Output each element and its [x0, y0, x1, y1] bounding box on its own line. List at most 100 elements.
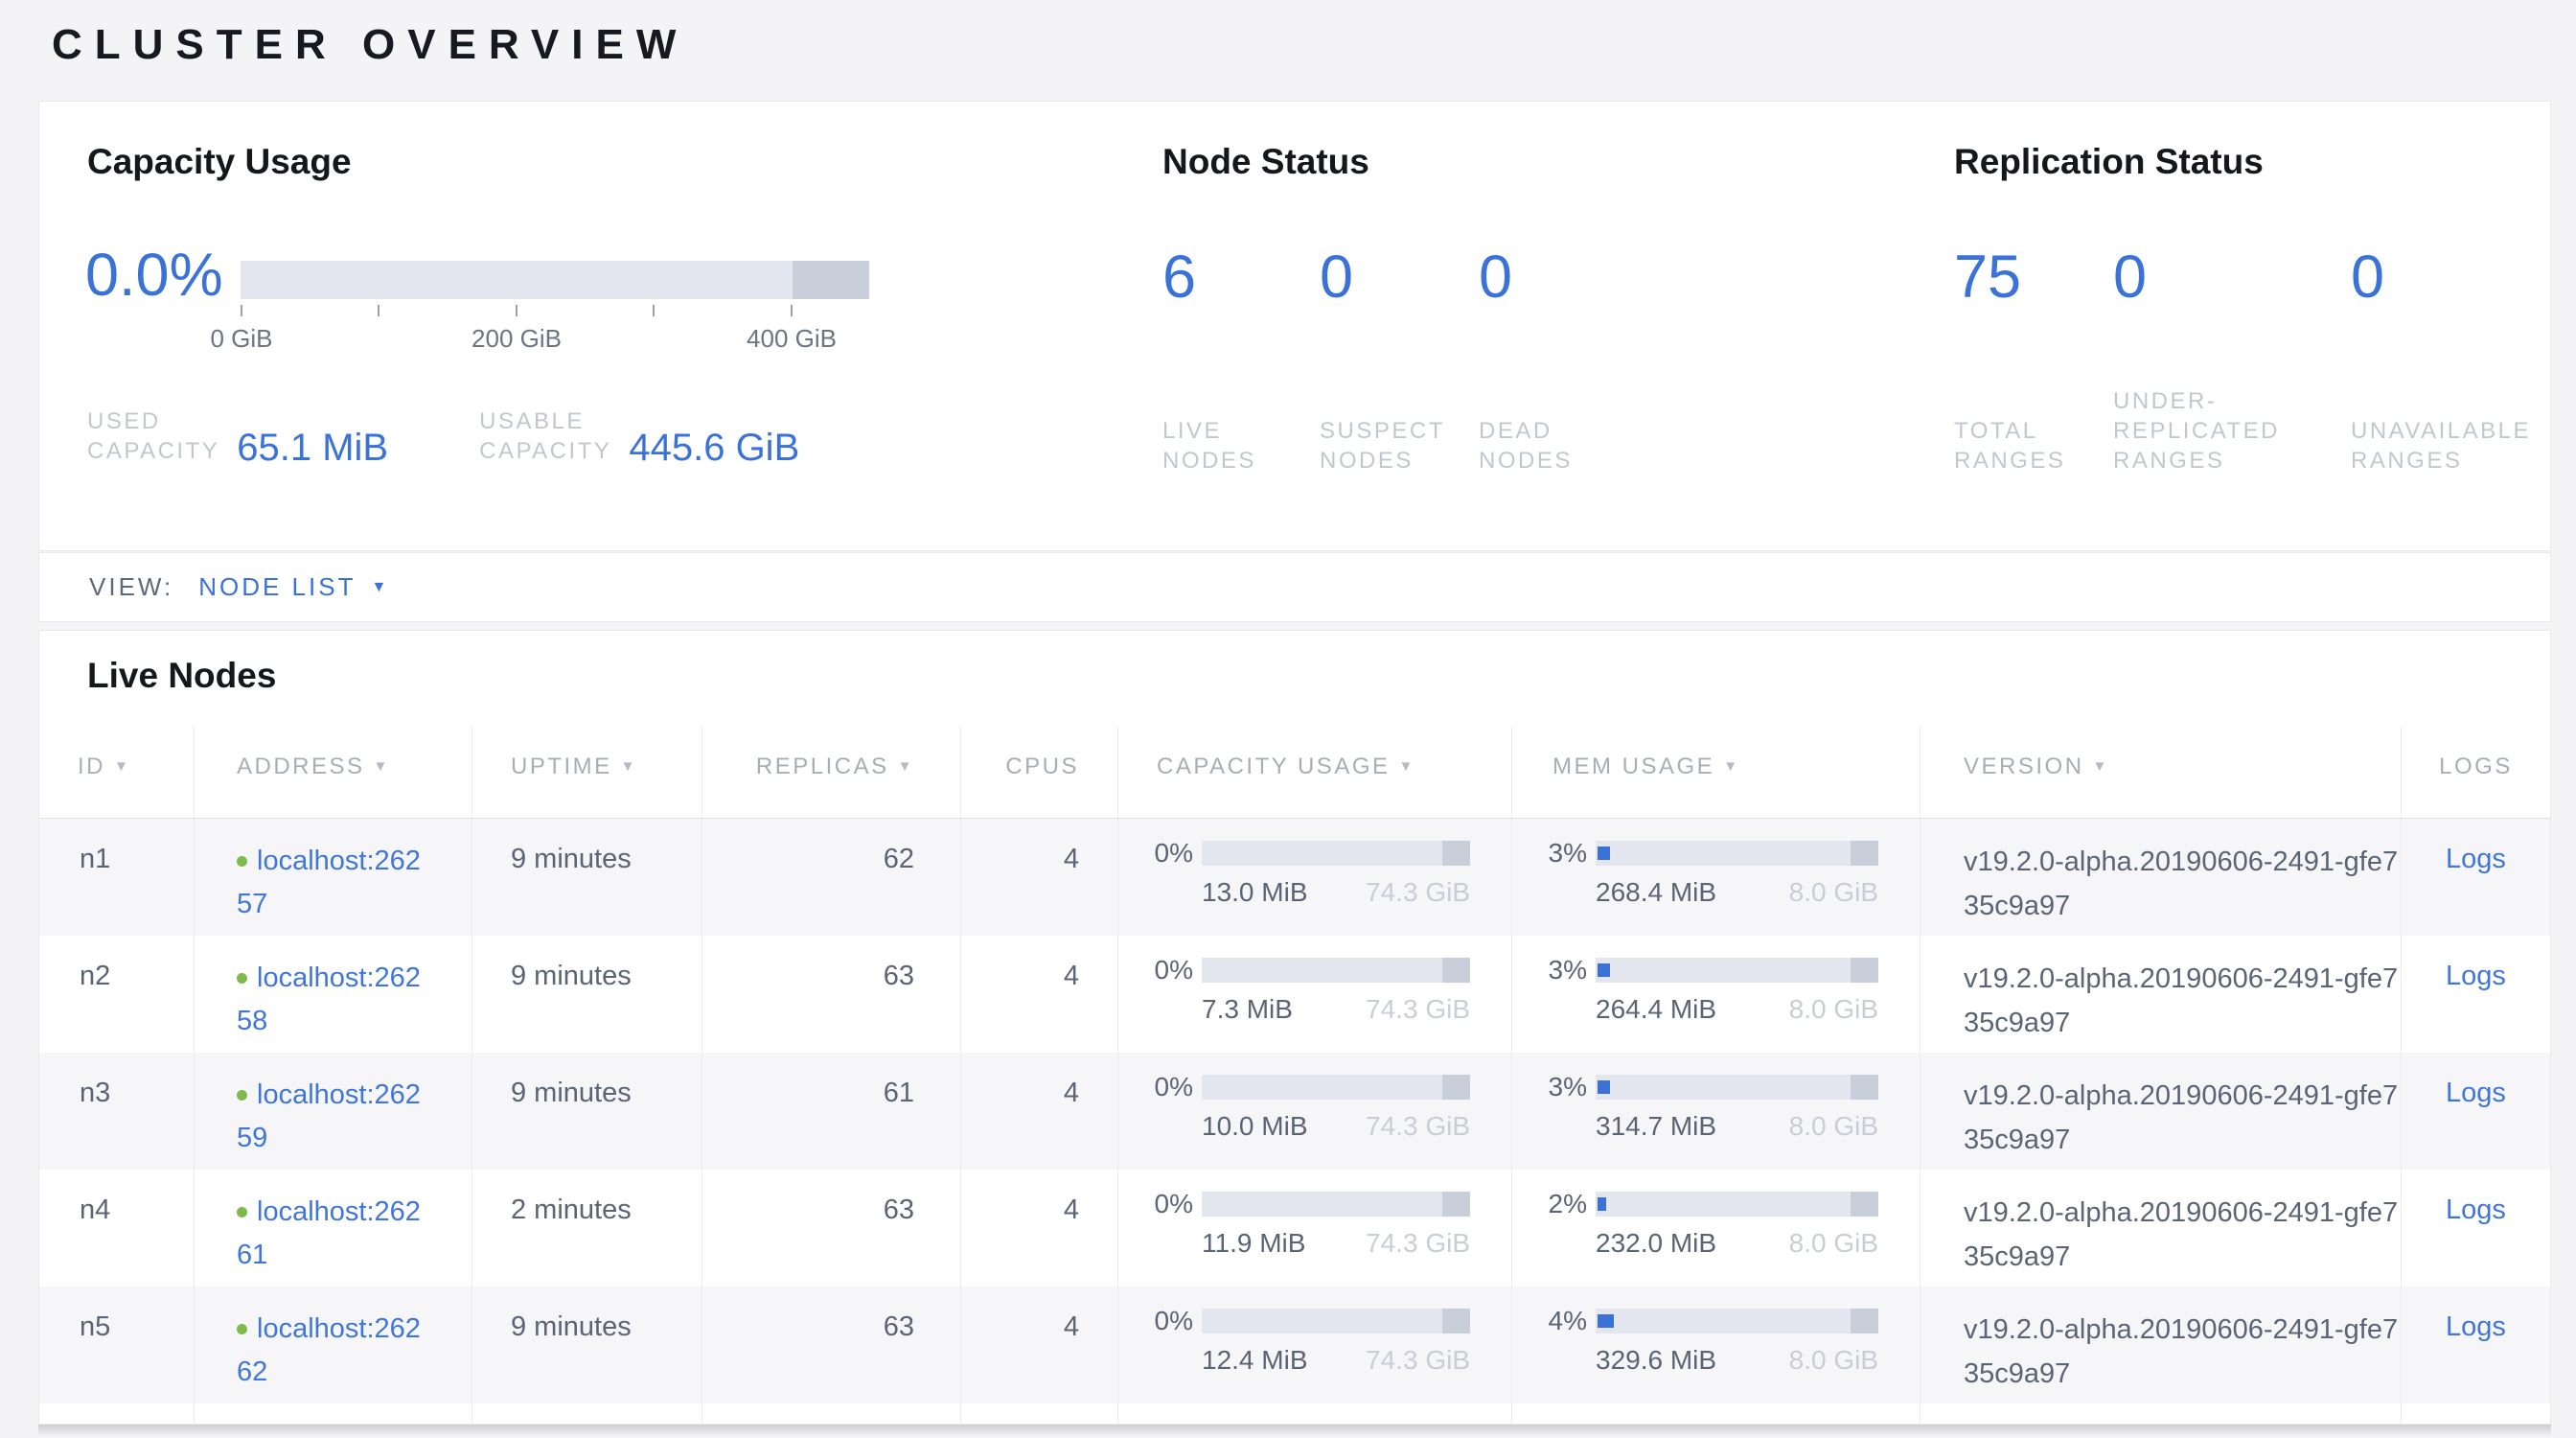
version-cell: v19.2.0-alpha.20190606-2491-gfe735c9a97: [1920, 936, 2401, 1053]
usable-capacity-label: USABLE CAPACITY: [479, 406, 611, 466]
column-header-mem-usage[interactable]: MEM USAGE▼: [1511, 727, 1920, 818]
capacity-usage-bar: [1202, 958, 1470, 983]
capacity-usage-bar: [1202, 1075, 1470, 1100]
suspect-nodes-stat: 0 SUSPECT NODES: [1320, 245, 1479, 475]
dead-nodes-count: 0: [1479, 245, 1642, 309]
capacity-used-value: 11.9 MiB: [1202, 1228, 1305, 1259]
node-address-link[interactable]: localhost:26257: [237, 846, 421, 919]
version-cell: v19.2.0-alpha.20190606-2491-gfe735c9a97: [1920, 1287, 2401, 1403]
version-cell: v19.2.0-alpha.20190606-2491-gfe735c9a97: [1920, 1053, 2401, 1170]
node-address-link[interactable]: localhost:26261: [237, 1196, 421, 1270]
column-header-uptime[interactable]: UPTIME▼: [472, 727, 702, 818]
gauge-label-400: 400 GiB: [747, 324, 837, 354]
capacity-stats: USED CAPACITY 65.1 MiB USABLE CAPACITY 4…: [87, 406, 799, 466]
capacity-max-value: 74.3 GiB: [1366, 994, 1470, 1025]
live-status-dot-icon: [237, 1207, 247, 1218]
uptime-cell: 9 minutes: [472, 936, 702, 1053]
node-id-cell: n5: [39, 1287, 194, 1403]
version-text: v19.2.0-alpha.20190606-2491-gfe735c9a97: [1964, 1080, 2398, 1155]
node-address-cell: localhost:26262: [194, 1287, 472, 1403]
unavailable-ranges-label: UNAVAILABLE RANGES: [2351, 416, 2550, 475]
dead-nodes-label: DEAD NODES: [1479, 416, 1613, 475]
node-id-cell: n4: [39, 1170, 194, 1287]
sort-arrow-icon: ▼: [374, 758, 390, 775]
replication-stats: 75 TOTAL RANGES 0 UNDER-REPLICATED RANGE…: [1954, 245, 2552, 475]
mem-usage-cell: 3% 268.4 MiB 8.0 GiB: [1511, 819, 1920, 936]
mem-percent-label: 2%: [1537, 1189, 1596, 1219]
replicas-cell: 61: [702, 1053, 960, 1170]
logs-link[interactable]: Logs: [2446, 1078, 2506, 1108]
table-body: n1 localhost:26257 9 minutes 62 4 0% 13.…: [39, 819, 2550, 1403]
gauge-tick: [653, 305, 655, 316]
dead-nodes-stat: 0 DEAD NODES: [1479, 245, 1642, 475]
capacity-usage-bar: [1202, 1192, 1470, 1217]
uptime-cell: 9 minutes: [472, 1287, 702, 1403]
mem-bar-endcap: [1851, 958, 1878, 983]
capacity-usage-cell: 0% 11.9 MiB 74.3 GiB: [1117, 1170, 1511, 1287]
mem-max-value: 8.0 GiB: [1789, 994, 1878, 1025]
capacity-percent-label: 0%: [1143, 1189, 1202, 1219]
capacity-percent-label: 0%: [1143, 955, 1202, 986]
mem-bar-endcap: [1851, 1075, 1878, 1100]
column-header-logs: LOGS: [2401, 727, 2550, 818]
logs-link[interactable]: Logs: [2446, 844, 2506, 874]
page-title: CLUSTER OVERVIEW: [52, 21, 688, 69]
mem-usage-cell: 3% 314.7 MiB 8.0 GiB: [1511, 1053, 1920, 1170]
mem-bar-endcap: [1851, 1309, 1878, 1334]
view-selector[interactable]: NODE LIST: [198, 572, 356, 602]
live-nodes-table: ID▼ ADDRESS▼ UPTIME▼ REPLICAS▼ CPUS CAPA…: [39, 727, 2550, 1425]
capacity-usage-title: Capacity Usage: [87, 142, 352, 182]
column-header-id[interactable]: ID▼: [39, 727, 194, 818]
mem-usage-cell: 4% 329.6 MiB 8.0 GiB: [1511, 1287, 1920, 1403]
logs-cell: Logs: [2401, 936, 2550, 1053]
uptime-cell: 2 minutes: [472, 1170, 702, 1287]
mem-used-value: 264.4 MiB: [1596, 994, 1716, 1025]
live-nodes-label: LIVE NODES: [1162, 416, 1297, 475]
version-text: v19.2.0-alpha.20190606-2491-gfe735c9a97: [1964, 1197, 2398, 1272]
uptime-cell: 9 minutes: [472, 1053, 702, 1170]
node-address-link[interactable]: localhost:26258: [237, 963, 421, 1036]
node-address-link[interactable]: localhost:26262: [237, 1313, 421, 1387]
replicas-cell: 63: [702, 1170, 960, 1287]
capacity-used-value: 10.0 MiB: [1202, 1111, 1308, 1142]
replicas-cell: 63: [702, 1287, 960, 1403]
node-address-cell: localhost:26257: [194, 819, 472, 936]
node-id-cell: n2: [39, 936, 194, 1053]
capacity-used-value: 12.4 MiB: [1202, 1345, 1308, 1376]
mem-used-value: 232.0 MiB: [1596, 1228, 1716, 1259]
mem-max-value: 8.0 GiB: [1789, 1228, 1878, 1259]
live-status-dot-icon: [237, 973, 247, 984]
capacity-max-value: 74.3 GiB: [1366, 1228, 1470, 1259]
mem-percent-label: 3%: [1537, 1072, 1596, 1102]
mem-usage-cell: 2% 232.0 MiB 8.0 GiB: [1511, 1170, 1920, 1287]
table-row: n1 localhost:26257 9 minutes 62 4 0% 13.…: [39, 819, 2550, 936]
capacity-usage-bar: [1202, 841, 1470, 866]
mem-bar-fill: [1598, 1314, 1614, 1328]
column-header-replicas[interactable]: REPLICAS▼: [702, 727, 960, 818]
capacity-used-value: 7.3 MiB: [1202, 994, 1293, 1025]
capacity-percent-label: 0%: [1143, 1072, 1202, 1102]
sort-arrow-icon: ▼: [2093, 758, 2109, 775]
capacity-gauge-endcap: [793, 261, 869, 299]
column-header-address[interactable]: ADDRESS▼: [194, 727, 472, 818]
gauge-label-200: 200 GiB: [472, 324, 562, 354]
mem-max-value: 8.0 GiB: [1789, 1111, 1878, 1142]
replication-status-title: Replication Status: [1954, 142, 2264, 182]
live-nodes-stat: 6 LIVE NODES: [1162, 245, 1320, 475]
node-address-link[interactable]: localhost:26259: [237, 1079, 421, 1153]
logs-link[interactable]: Logs: [2446, 1311, 2506, 1342]
sort-arrow-icon: ▼: [1723, 758, 1739, 775]
used-capacity-stat: USED CAPACITY 65.1 MiB: [87, 406, 388, 466]
usable-capacity-value: 445.6 GiB: [629, 429, 799, 466]
column-header-capacity-usage[interactable]: CAPACITY USAGE▼: [1117, 727, 1511, 818]
bottom-scroll-shadow: [38, 1425, 2551, 1437]
logs-link[interactable]: Logs: [2446, 1194, 2506, 1225]
chevron-down-icon[interactable]: ▼: [371, 579, 386, 596]
node-address-cell: localhost:26261: [194, 1170, 472, 1287]
capacity-usage-cell: 0% 12.4 MiB 74.3 GiB: [1117, 1287, 1511, 1403]
mem-usage-bar: [1596, 1075, 1878, 1100]
column-header-version[interactable]: VERSION▼: [1920, 727, 2401, 818]
used-capacity-value: 65.1 MiB: [237, 429, 388, 466]
logs-link[interactable]: Logs: [2446, 961, 2506, 991]
capacity-bar-endcap: [1442, 841, 1470, 866]
